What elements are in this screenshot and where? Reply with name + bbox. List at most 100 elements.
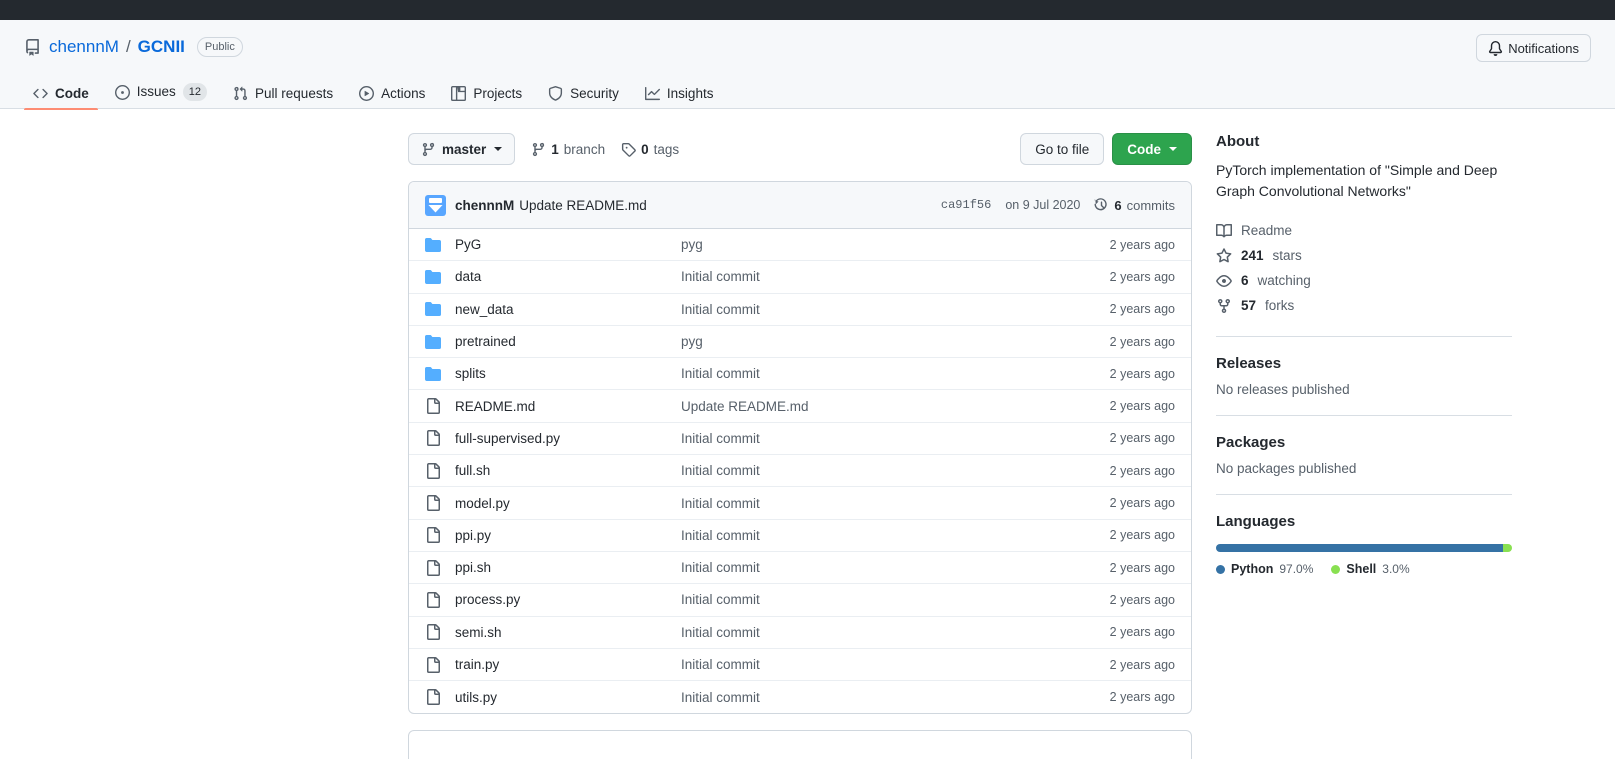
file-name-link[interactable]: data [455, 269, 681, 284]
branch-word: branch [563, 141, 606, 157]
commit-sha-link[interactable]: ca91f56 [941, 198, 991, 212]
language-legend-item[interactable]: Shell 3.0% [1331, 562, 1410, 576]
folder-icon [425, 237, 455, 253]
tag-count-link[interactable]: 0 tags [621, 142, 679, 157]
file-commit-message[interactable]: Initial commit [681, 496, 1079, 511]
file-commit-age: 2 years ago [1109, 463, 1175, 478]
file-name-link[interactable]: ppi.sh [455, 560, 681, 575]
file-name-link[interactable]: PyG [455, 237, 681, 252]
file-name-link[interactable]: full.sh [455, 463, 681, 478]
watchers-link[interactable]: 6 watching [1216, 268, 1512, 293]
table-row[interactable]: splits Initial commit 2 years ago [409, 358, 1191, 391]
file-commit-age: 2 years ago [1109, 560, 1175, 575]
file-name-link[interactable]: semi.sh [455, 625, 681, 640]
file-commit-message[interactable]: Initial commit [681, 366, 1079, 381]
go-to-file-button[interactable]: Go to file [1020, 133, 1105, 165]
table-row[interactable]: data Initial commit 2 years ago [409, 261, 1191, 294]
main-column: master 1 branch 0 tags Go to file Code c… [408, 133, 1192, 759]
file-commit-message[interactable]: Initial commit [681, 657, 1079, 672]
stars-link[interactable]: 241 stars [1216, 243, 1512, 268]
file-commit-message[interactable]: Initial commit [681, 431, 1079, 446]
tab-actions[interactable]: Actions [350, 86, 434, 109]
tab-security[interactable]: Security [539, 86, 628, 109]
file-commit-age: 2 years ago [1109, 431, 1175, 446]
file-commit-message[interactable]: Initial commit [681, 690, 1079, 705]
file-name-link[interactable]: README.md [455, 399, 681, 414]
branch-selector-button[interactable]: master [408, 133, 516, 165]
table-row[interactable]: full-supervised.py Initial commit 2 years … [409, 423, 1191, 456]
packages-empty-text: No packages published [1216, 461, 1357, 476]
forks-count: 57 [1241, 298, 1257, 313]
table-row[interactable]: train.py Initial commit 2 years ago [409, 649, 1191, 682]
readme-link[interactable]: Readme [1216, 218, 1512, 243]
visibility-badge: Public [196, 37, 243, 57]
language-name: Python [1231, 562, 1274, 576]
file-commit-message[interactable]: Initial commit [681, 463, 1079, 478]
file-name-link[interactable]: train.py [455, 657, 681, 672]
file-name-link[interactable]: splits [455, 366, 681, 381]
top-dark-bar [0, 0, 1615, 20]
readme-panel [408, 730, 1192, 759]
issue-icon [114, 84, 130, 100]
commits-history-link[interactable]: 6 commits [1094, 198, 1175, 213]
table-row[interactable]: utils.py Initial commit 2 years ago [409, 681, 1191, 713]
file-name-link[interactable]: model.py [455, 496, 681, 511]
branch-count-link[interactable]: 1 branch [531, 142, 605, 157]
table-row[interactable]: ppi.py Initial commit 2 years ago [409, 520, 1191, 552]
page-body: master 1 branch 0 tags Go to file Code c… [0, 109, 1615, 759]
about-heading: About [1216, 133, 1260, 150]
file-name-link[interactable]: full-supervised.py [455, 431, 681, 446]
file-commit-message[interactable]: Initial commit [681, 528, 1079, 543]
tab-code[interactable]: Code [24, 86, 98, 110]
table-row[interactable]: ppi.sh Initial commit 2 years ago [409, 552, 1191, 585]
commits-word: commits [1126, 197, 1175, 213]
file-name-link[interactable]: utils.py [455, 690, 681, 705]
code-download-button[interactable]: Code [1112, 133, 1192, 165]
repo-header: chennnM / GCNII Public Notifications Cod… [0, 20, 1615, 110]
table-row[interactable]: model.py Initial commit 2 years ago [409, 487, 1191, 520]
file-commit-message[interactable]: Initial commit [681, 269, 1079, 284]
repo-name-link[interactable]: GCNII [138, 37, 185, 57]
eye-icon [1216, 274, 1232, 287]
forks-link[interactable]: 57 forks [1216, 293, 1512, 318]
table-row[interactable]: README.md Update README.md 2 years ago [409, 390, 1191, 423]
file-icon [425, 527, 455, 544]
tab-issues[interactable]: Issues 12 [106, 83, 216, 109]
file-commit-age: 2 years ago [1109, 592, 1175, 607]
file-name-link[interactable]: pretrained [455, 334, 681, 349]
language-bar [1216, 544, 1512, 552]
notifications-button[interactable]: Notifications [1476, 34, 1591, 62]
table-row[interactable]: full.sh Initial commit 2 years ago [409, 455, 1191, 488]
file-commit-message[interactable]: Initial commit [681, 592, 1079, 607]
releases-heading: Releases [1216, 355, 1282, 372]
table-row[interactable]: semi.sh Initial commit 2 years ago [409, 617, 1191, 649]
table-row[interactable]: pretrained pyg 2 years ago [409, 326, 1191, 359]
file-commit-message[interactable]: Initial commit [681, 302, 1079, 317]
file-commit-message[interactable]: Initial commit [681, 625, 1079, 640]
table-row[interactable]: process.py Initial commit 2 years ago [409, 584, 1191, 617]
file-name-link[interactable]: new_data [455, 302, 681, 317]
commit-message-link[interactable]: Update README.md [519, 198, 647, 213]
tag-icon [622, 142, 636, 157]
file-listing-box: chennnM Update README.md ca91f56 on 9 Ju… [408, 181, 1192, 715]
repo-owner-link[interactable]: chennnM [49, 37, 119, 57]
issues-count-badge: 12 [182, 83, 208, 101]
file-name-link[interactable]: ppi.py [455, 528, 681, 543]
file-commit-age: 2 years ago [1109, 399, 1175, 414]
table-row[interactable]: PyG pyg 2 years ago [409, 229, 1191, 262]
avatar[interactable] [425, 194, 446, 216]
tab-projects[interactable]: Projects [442, 86, 531, 109]
commit-author-link[interactable]: chennnM [455, 198, 514, 213]
tab-insights[interactable]: Insights [636, 86, 723, 109]
tab-pull-requests[interactable]: Pull requests [224, 86, 342, 109]
table-row[interactable]: new_data Initial commit 2 years ago [409, 294, 1191, 326]
file-commit-message[interactable]: pyg [681, 237, 1079, 252]
file-commit-message[interactable]: pyg [681, 334, 1079, 349]
language-legend-item[interactable]: Python 97.0% [1216, 562, 1313, 576]
file-name-link[interactable]: process.py [455, 592, 681, 607]
readme-label: Readme [1241, 223, 1293, 238]
tab-label: Actions [381, 85, 426, 101]
folder-icon [425, 269, 455, 285]
file-commit-message[interactable]: Update README.md [681, 399, 1079, 414]
file-commit-message[interactable]: Initial commit [681, 560, 1079, 575]
